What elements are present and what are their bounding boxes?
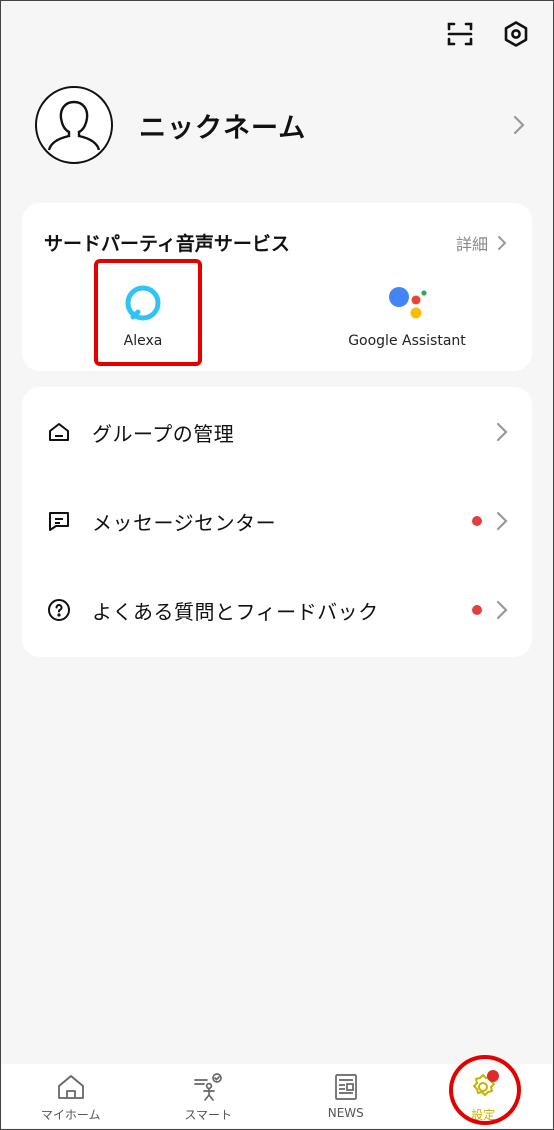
menu-item-message-center[interactable]: メッセージセンター: [22, 491, 532, 551]
chevron-right-icon: [511, 115, 527, 135]
notification-dot: [472, 605, 482, 615]
news-icon: [328, 1072, 364, 1102]
chevron-right-icon: [494, 600, 510, 620]
bottom-tab-bar: マイホーム スマート NEWS 設定: [2, 1064, 552, 1128]
chevron-right-icon[interactable]: [494, 233, 510, 253]
tab-smart[interactable]: スマート: [140, 1064, 278, 1128]
detail-link[interactable]: 詳細: [456, 231, 488, 255]
alexa-service[interactable]: Alexa: [78, 283, 208, 349]
tab-label: マイホーム: [40, 1108, 101, 1122]
menu-item-group-management[interactable]: グループの管理: [22, 402, 532, 462]
tab-my-home[interactable]: マイホーム: [2, 1064, 140, 1128]
menu-item-label: よくある質問とフィードバック: [92, 599, 379, 624]
google-assistant-label: Google Assistant: [348, 333, 466, 349]
hexagon-settings-icon[interactable]: [501, 19, 531, 49]
tab-label: スマート: [184, 1108, 233, 1122]
question-icon: [46, 597, 72, 623]
menu-item-label: メッセージセンター: [92, 510, 277, 535]
voice-services-title: サードパーティ音声サービス: [44, 233, 290, 255]
google-assistant-icon: [322, 283, 492, 323]
chevron-right-icon: [494, 422, 510, 442]
menu-card: グループの管理 メッセージセンター よくある質問とフィードバック: [22, 387, 532, 657]
google-assistant-service[interactable]: Google Assistant: [322, 283, 492, 349]
tab-label: 設定: [471, 1108, 496, 1122]
top-toolbar: [445, 19, 531, 49]
tab-news[interactable]: NEWS: [277, 1064, 415, 1128]
notification-dot: [472, 516, 482, 526]
profile-row[interactable]: ニックネーム: [35, 86, 527, 164]
voice-services-card: サードパーティ音声サービス 詳細 Alexa Google Assistant: [22, 203, 532, 371]
app-screen: ニックネーム サードパーティ音声サービス 詳細 Alexa Google Ass…: [0, 0, 554, 1130]
home-icon: [53, 1072, 89, 1102]
message-icon: [46, 508, 72, 534]
scan-icon[interactable]: [445, 19, 475, 49]
menu-item-faq-feedback[interactable]: よくある質問とフィードバック: [22, 580, 532, 640]
alexa-label: Alexa: [123, 333, 163, 349]
smart-icon: [190, 1072, 226, 1102]
nickname: ニックネーム: [139, 112, 307, 144]
tab-label: NEWS: [327, 1106, 364, 1120]
voice-services-header: サードパーティ音声サービス 詳細: [44, 229, 510, 256]
avatar[interactable]: [35, 86, 113, 164]
alexa-icon: [78, 283, 208, 323]
settings-icon: [465, 1070, 501, 1102]
chevron-right-icon: [494, 511, 510, 531]
home-icon: [46, 419, 72, 445]
tab-settings[interactable]: 設定: [415, 1064, 553, 1128]
menu-item-label: グループの管理: [92, 421, 235, 446]
